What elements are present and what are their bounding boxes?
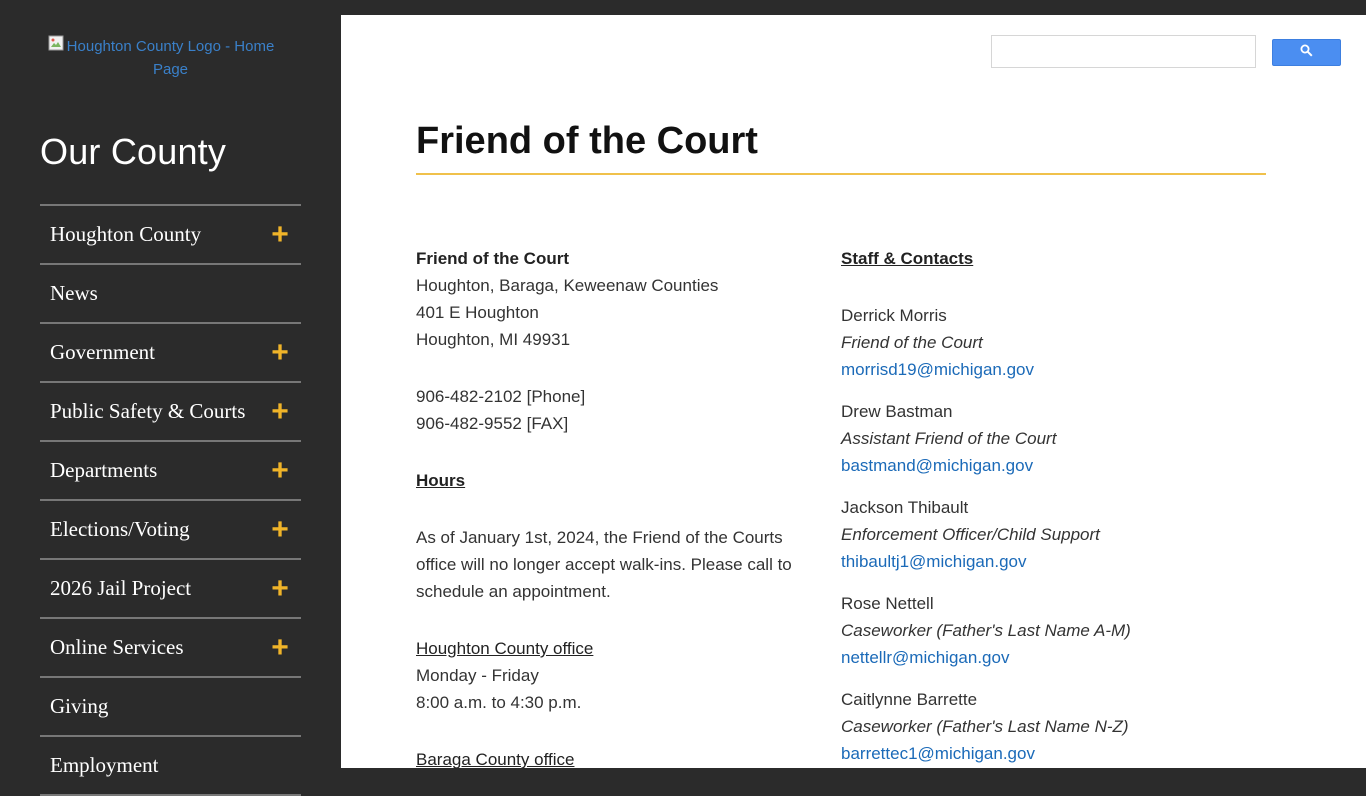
expand-plus-icon[interactable]: +: [269, 219, 291, 250]
search-icon: [1300, 44, 1313, 62]
address-line-2: 401 E Houghton: [416, 303, 539, 322]
staff-contact: Caitlynne Barrette Caseworker (Father's …: [841, 686, 1261, 767]
expand-plus-icon[interactable]: +: [269, 514, 291, 545]
sidebar-item-giving[interactable]: Giving: [40, 678, 301, 737]
staff-name: Rose Nettell: [841, 594, 934, 613]
sidebar-item-label: Houghton County: [50, 222, 202, 246]
staff-contact: Rose Nettell Caseworker (Father's Last N…: [841, 590, 1261, 671]
sidebar-item-label: Giving: [50, 694, 109, 718]
sidebar-item-label: News: [50, 281, 98, 305]
office-days: Monday - Friday: [416, 666, 539, 685]
sidebar-item-label: Elections/Voting: [50, 517, 190, 541]
logo-alt-text: Houghton County Logo - Home Page: [66, 38, 275, 78]
staff-email-link[interactable]: bastmand@michigan.gov: [841, 452, 1261, 479]
staff-role: Caseworker (Father's Last Name A-M): [841, 621, 1131, 640]
staff-name: Jackson Thibault: [841, 498, 969, 517]
sidebar-item-elections-voting[interactable]: Elections/Voting +: [40, 501, 301, 560]
logo-link[interactable]: Houghton County Logo - Home Page: [48, 35, 293, 81]
address-line-1: Houghton, Baraga, Keweenaw Counties: [416, 276, 719, 295]
staff-email-link[interactable]: nettellr@michigan.gov: [841, 644, 1261, 671]
office-name: Friend of the Court: [416, 249, 569, 268]
search-input[interactable]: [991, 35, 1256, 68]
sidebar-heading: Our County: [40, 131, 227, 172]
sidebar-item-houghton-county[interactable]: Houghton County +: [40, 206, 301, 265]
staff-column: Staff & Contacts Derrick Morris Friend o…: [841, 245, 1261, 782]
hours-notice: As of January 1st, 2024, the Friend of t…: [416, 528, 792, 601]
expand-plus-icon[interactable]: +: [269, 632, 291, 663]
hours-heading: Hours: [416, 471, 466, 490]
sidebar-item-news[interactable]: News: [40, 265, 301, 324]
staff-email-link[interactable]: thibaultj1@michigan.gov: [841, 548, 1261, 575]
office-hours: 8:00 a.m. to 4:30 p.m.: [416, 693, 582, 712]
sidebar-item-label: Government: [50, 340, 155, 364]
staff-role: Enforcement Officer/Child Support: [841, 525, 1100, 544]
expand-plus-icon[interactable]: +: [269, 337, 291, 368]
staff-contact: Jackson Thibault Enforcement Officer/Chi…: [841, 494, 1261, 575]
sidebar: Houghton County Logo - Home Page Our Cou…: [0, 0, 341, 796]
sidebar-item-label: Public Safety & Courts: [50, 399, 246, 423]
sidebar-item-label: Employment: [50, 753, 159, 777]
broken-image-icon: [48, 35, 64, 51]
fax-number: 906-482-9552 [FAX]: [416, 414, 569, 433]
sidebar-item-departments[interactable]: Departments +: [40, 442, 301, 501]
sidebar-item-label: Departments: [50, 458, 158, 482]
sidebar-nav: Houghton County + News Government + Publ…: [40, 204, 301, 796]
staff-role: Assistant Friend of the Court: [841, 429, 1057, 448]
sidebar-item-public-safety-courts[interactable]: Public Safety & Courts +: [40, 383, 301, 442]
expand-plus-icon[interactable]: +: [269, 396, 291, 427]
phone-number: 906-482-2102 [Phone]: [416, 387, 586, 406]
sidebar-item-government[interactable]: Government +: [40, 324, 301, 383]
sidebar-item-label: 2026 Jail Project: [50, 576, 192, 600]
search-button[interactable]: [1272, 39, 1341, 66]
sidebar-item-online-services[interactable]: Online Services +: [40, 619, 301, 678]
staff-heading: Staff & Contacts: [841, 249, 974, 268]
page-title: Friend of the Court: [416, 119, 1266, 175]
staff-email-link[interactable]: barrettec1@michigan.gov: [841, 740, 1261, 767]
address-line-3: Houghton, MI 49931: [416, 330, 571, 349]
staff-name: Drew Bastman: [841, 402, 953, 421]
expand-plus-icon[interactable]: +: [269, 455, 291, 486]
staff-name: Derrick Morris: [841, 306, 947, 325]
sidebar-item-label: Online Services: [50, 635, 184, 659]
staff-contact: Drew Bastman Assistant Friend of the Cou…: [841, 398, 1261, 479]
sidebar-item-jail-project[interactable]: 2026 Jail Project +: [40, 560, 301, 619]
office-heading: Baraga County office: [416, 750, 575, 769]
staff-name: Caitlynne Barrette: [841, 690, 978, 709]
expand-plus-icon[interactable]: +: [269, 573, 291, 604]
sidebar-item-employment[interactable]: Employment: [40, 737, 301, 796]
staff-role: Friend of the Court: [841, 333, 983, 352]
staff-contact: Derrick Morris Friend of the Court morri…: [841, 302, 1261, 383]
office-info-column: Friend of the Court Houghton, Baraga, Ke…: [416, 245, 826, 773]
main-content: Friend of the Court Friend of the Court …: [341, 15, 1366, 769]
staff-email-link[interactable]: morrisd19@michigan.gov: [841, 356, 1261, 383]
office-heading: Houghton County office: [416, 639, 594, 658]
staff-role: Caseworker (Father's Last Name N-Z): [841, 717, 1129, 736]
